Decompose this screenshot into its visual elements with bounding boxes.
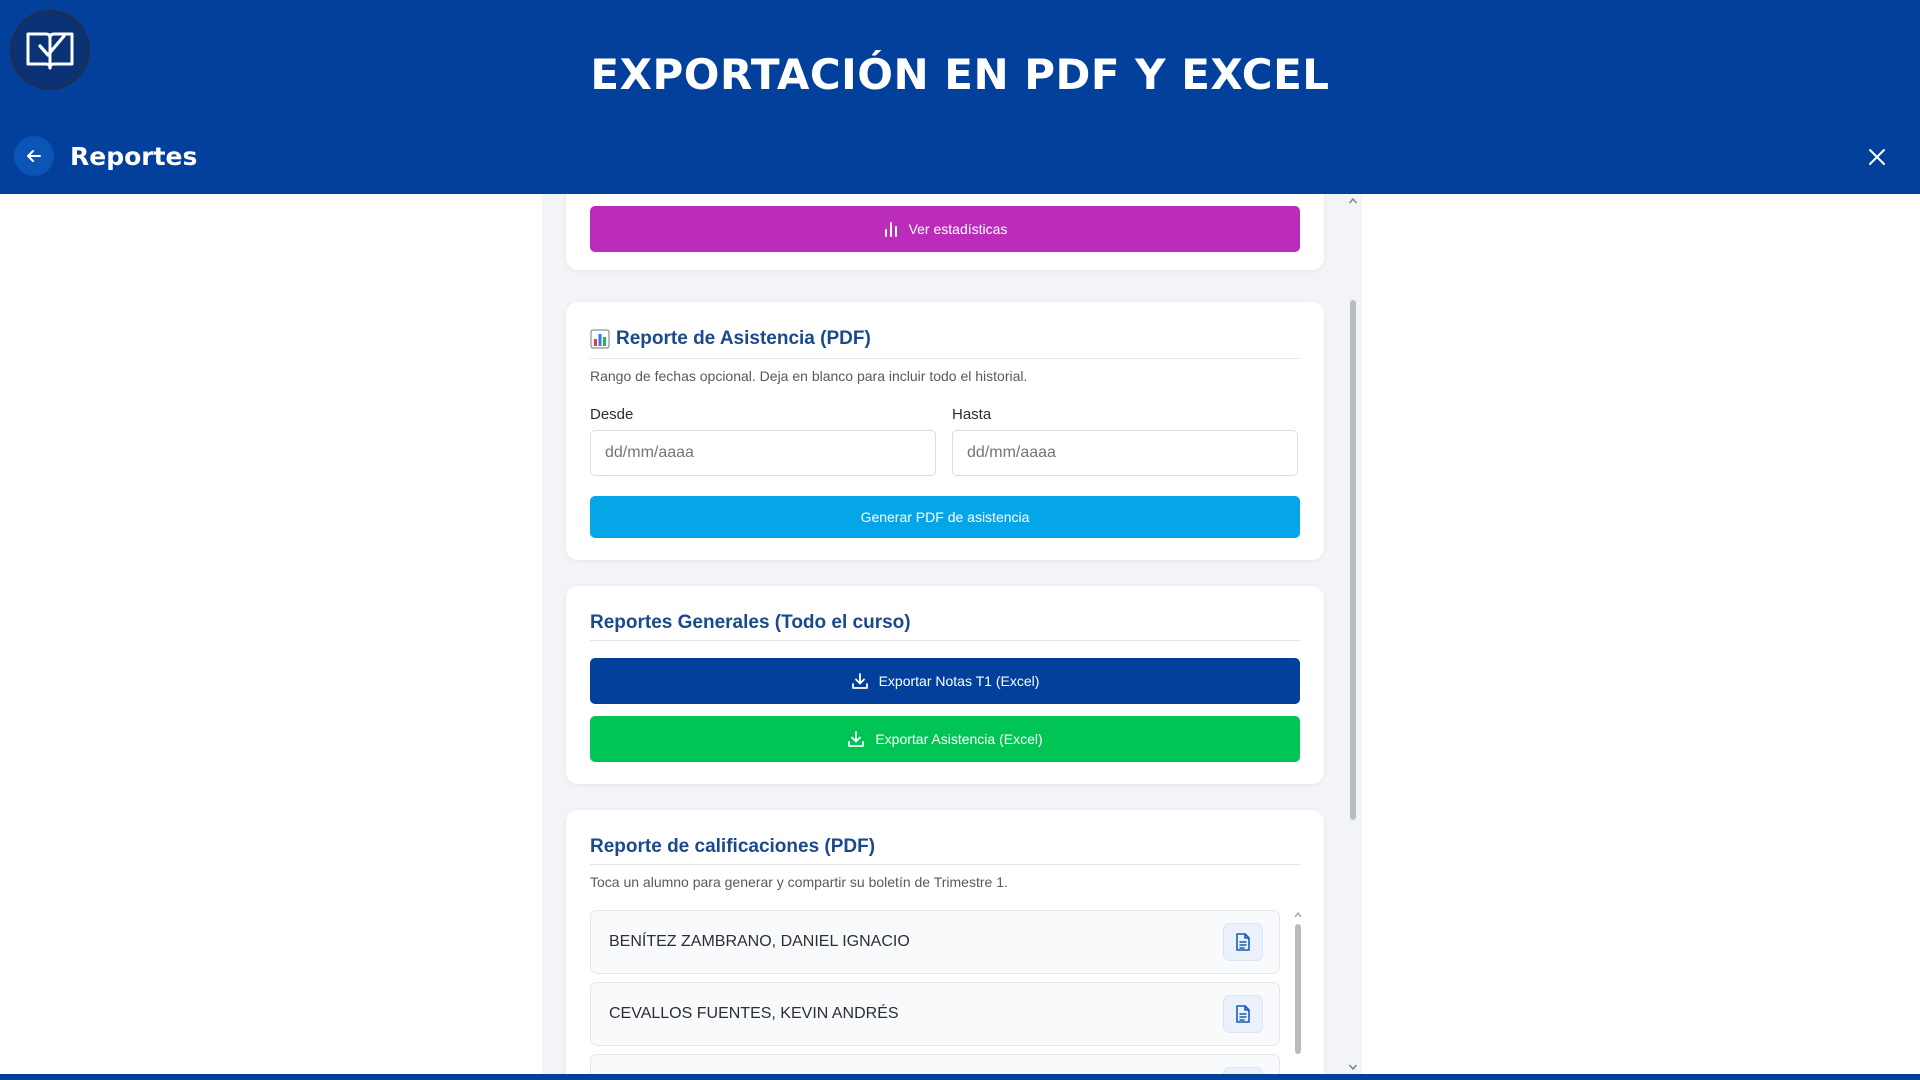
generate-report-card-button[interactable] (1223, 923, 1263, 961)
student-name: BENÍTEZ ZAMBRANO, DANIEL IGNACIO (609, 933, 910, 950)
banner-title: EXPORTACIÓN EN PDF Y EXCEL (590, 50, 1330, 99)
app-header: EXPORTACIÓN EN PDF Y EXCEL Reportes (0, 0, 1920, 194)
attendance-hint: Rango de fechas opcional. Deja en blanco… (590, 368, 1028, 384)
general-card-title: Reportes Generales (Todo el curso) (590, 612, 911, 633)
grades-card-divider (590, 864, 1300, 865)
generate-report-card-button[interactable] (1223, 995, 1263, 1033)
document-icon (1236, 1005, 1250, 1023)
generate-report-card-button[interactable] (1223, 1067, 1263, 1074)
to-date-input[interactable] (952, 430, 1298, 476)
generate-attendance-pdf-button[interactable]: Generar PDF de asistencia (590, 496, 1300, 538)
to-label: Hasta (952, 406, 992, 423)
generate-attendance-pdf-label: Generar PDF de asistencia (860, 509, 1030, 525)
close-button[interactable] (1860, 140, 1894, 174)
view-stats-label: Ver estadísticas (908, 221, 1008, 237)
student-row[interactable] (590, 1054, 1280, 1074)
export-grades-label: Exportar Notas T1 (Excel) (878, 673, 1040, 689)
close-icon (1869, 149, 1885, 165)
grades-hint: Toca un alumno para generar y compartir … (590, 874, 1008, 890)
attendance-card-title-text: Reporte de Asistencia (PDF) (616, 328, 871, 349)
attendance-card-title: Reporte de Asistencia (PDF) (590, 328, 871, 350)
page-title: Reportes (70, 142, 198, 171)
student-list[interactable]: BENÍTEZ ZAMBRANO, DANIEL IGNACIO CEVALLO… (590, 910, 1304, 1074)
grades-report-card: Reporte de calificaciones (PDF) Toca un … (566, 810, 1324, 1074)
export-attendance-button[interactable]: Exportar Asistencia (Excel) (590, 716, 1300, 762)
document-icon (1236, 933, 1250, 951)
download-icon (851, 673, 868, 689)
download-icon (848, 731, 865, 747)
general-card-divider (590, 640, 1300, 641)
arrow-left-icon (27, 150, 41, 162)
from-date-input[interactable] (590, 430, 936, 476)
student-row[interactable]: BENÍTEZ ZAMBRANO, DANIEL IGNACIO (590, 910, 1280, 974)
attendance-card-divider (590, 358, 1300, 359)
stats-card: Ver estadísticas (566, 194, 1324, 270)
general-reports-card: Reportes Generales (Todo el curso) Expor… (566, 586, 1324, 784)
scrollbar-arrows (1294, 911, 1302, 1054)
student-list-scrollbar[interactable] (1292, 910, 1304, 1074)
content-scrollbar[interactable] (1346, 194, 1360, 1074)
reports-scroll-area[interactable]: Ver estadísticas Reporte de Asistencia (… (542, 194, 1362, 1074)
scrollbar-track (1348, 197, 1358, 1071)
export-attendance-label: Exportar Asistencia (Excel) (875, 731, 1043, 747)
bar-chart-icon (884, 222, 897, 237)
attendance-report-card: Reporte de Asistencia (PDF) Rango de fec… (566, 302, 1324, 560)
back-button[interactable] (14, 136, 54, 176)
bar-chart-emoji-icon (590, 329, 610, 349)
student-row[interactable]: CEVALLOS FUENTES, KEVIN ANDRÉS (590, 982, 1280, 1046)
from-label: Desde (590, 406, 634, 423)
view-stats-button[interactable]: Ver estadísticas (590, 206, 1300, 252)
bottom-bar (0, 1074, 1920, 1080)
grades-card-title: Reporte de calificaciones (PDF) (590, 836, 876, 857)
export-grades-button[interactable]: Exportar Notas T1 (Excel) (590, 658, 1300, 704)
student-name: CEVALLOS FUENTES, KEVIN ANDRÉS (609, 1005, 899, 1022)
